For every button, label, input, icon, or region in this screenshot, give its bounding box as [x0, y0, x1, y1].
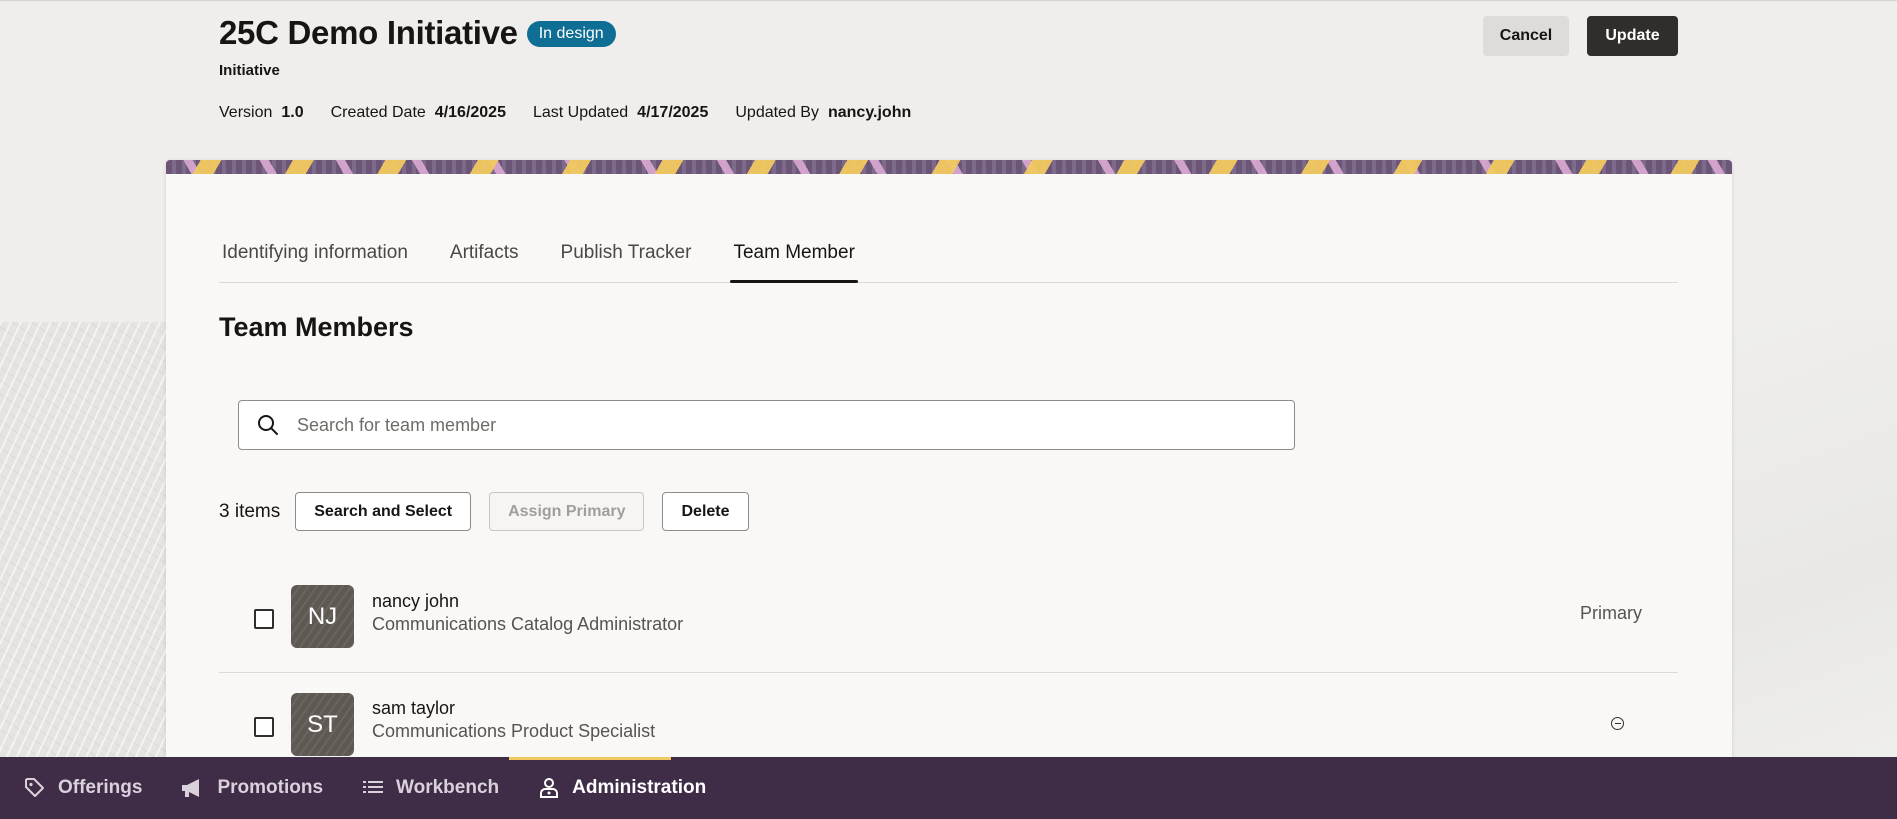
search-and-select-button[interactable]: Search and Select [295, 492, 472, 531]
bottom-navigation: Offerings Promotions Workbench Administr… [0, 757, 1897, 819]
list-item[interactable]: NJ nancy john Communications Catalog Adm… [219, 563, 1678, 673]
search-input[interactable] [295, 413, 1279, 437]
meta-value: nancy.john [827, 104, 912, 121]
meta-label: Version [219, 104, 273, 121]
active-nav-indicator [509, 757, 671, 760]
row-checkbox[interactable] [254, 717, 274, 737]
tab-team-member[interactable]: Team Member [730, 238, 859, 283]
members-toolbar: 3 items Search and Select Assign Primary… [219, 492, 767, 531]
tab-identifying-information[interactable]: Identifying information [219, 238, 411, 282]
tab-artifacts[interactable]: Artifacts [447, 238, 522, 282]
meta-updated-by: Updated By nancy.john [735, 104, 911, 122]
background-pattern-left [0, 322, 166, 757]
nav-item-offerings[interactable]: Offerings [23, 776, 142, 800]
meta-value: 4/16/2025 [434, 104, 506, 121]
remove-circle-icon[interactable] [1611, 717, 1624, 730]
nav-label: Workbench [396, 777, 500, 798]
row-checkbox[interactable] [254, 609, 274, 629]
nav-item-promotions[interactable]: Promotions [180, 776, 323, 800]
admin-icon [540, 778, 559, 798]
top-divider [0, 0, 1897, 1]
tab-bar: Identifying information Artifacts Publis… [219, 238, 1678, 283]
megaphone-icon [182, 779, 200, 797]
meta-created-date: Created Date 4/16/2025 [331, 104, 506, 122]
nav-label: Offerings [58, 777, 143, 798]
nav-item-workbench[interactable]: Workbench [361, 776, 499, 800]
card-banner [166, 160, 1732, 174]
meta-info-row: Version 1.0 Created Date 4/16/2025 Last … [219, 104, 938, 122]
search-box [238, 400, 1295, 450]
member-name: nancy john [372, 591, 460, 611]
delete-button[interactable]: Delete [662, 492, 749, 531]
meta-label: Updated By [735, 104, 819, 121]
update-button[interactable]: Update [1587, 16, 1678, 56]
meta-label: Last Updated [532, 104, 629, 121]
page-title: 25C Demo Initiative [219, 14, 518, 51]
meta-value: 1.0 [281, 104, 304, 121]
primary-tag: Primary [1580, 603, 1642, 623]
member-role: Communications Catalog Administrator [372, 614, 684, 634]
page-subtitle: Initiative [219, 62, 280, 79]
section-title: Team Members [219, 312, 414, 342]
cancel-button[interactable]: Cancel [1483, 16, 1569, 56]
meta-value: 4/17/2025 [637, 104, 709, 121]
detail-card: Identifying information Artifacts Publis… [166, 160, 1732, 780]
member-name: sam taylor [372, 698, 456, 718]
tag-icon [25, 778, 44, 797]
meta-last-updated: Last Updated 4/17/2025 [533, 104, 708, 122]
list-icon [363, 781, 384, 793]
nav-label: Promotions [217, 777, 324, 798]
meta-label: Created Date [330, 104, 426, 121]
tab-publish-tracker[interactable]: Publish Tracker [558, 238, 695, 282]
avatar: NJ [291, 585, 354, 648]
title-row: 25C Demo Initiative In design [219, 14, 616, 52]
assign-primary-button[interactable]: Assign Primary [489, 492, 645, 531]
status-badge: In design [526, 21, 616, 47]
avatar: ST [291, 693, 354, 756]
search-icon [258, 415, 278, 435]
nav-label: Administration [572, 777, 707, 798]
items-count: 3 items [219, 500, 281, 522]
nav-item-administration[interactable]: Administration [537, 776, 706, 800]
background-pattern-right [1732, 322, 1897, 757]
meta-version: Version 1.0 [219, 104, 304, 122]
member-role: Communications Product Specialist [372, 721, 656, 741]
